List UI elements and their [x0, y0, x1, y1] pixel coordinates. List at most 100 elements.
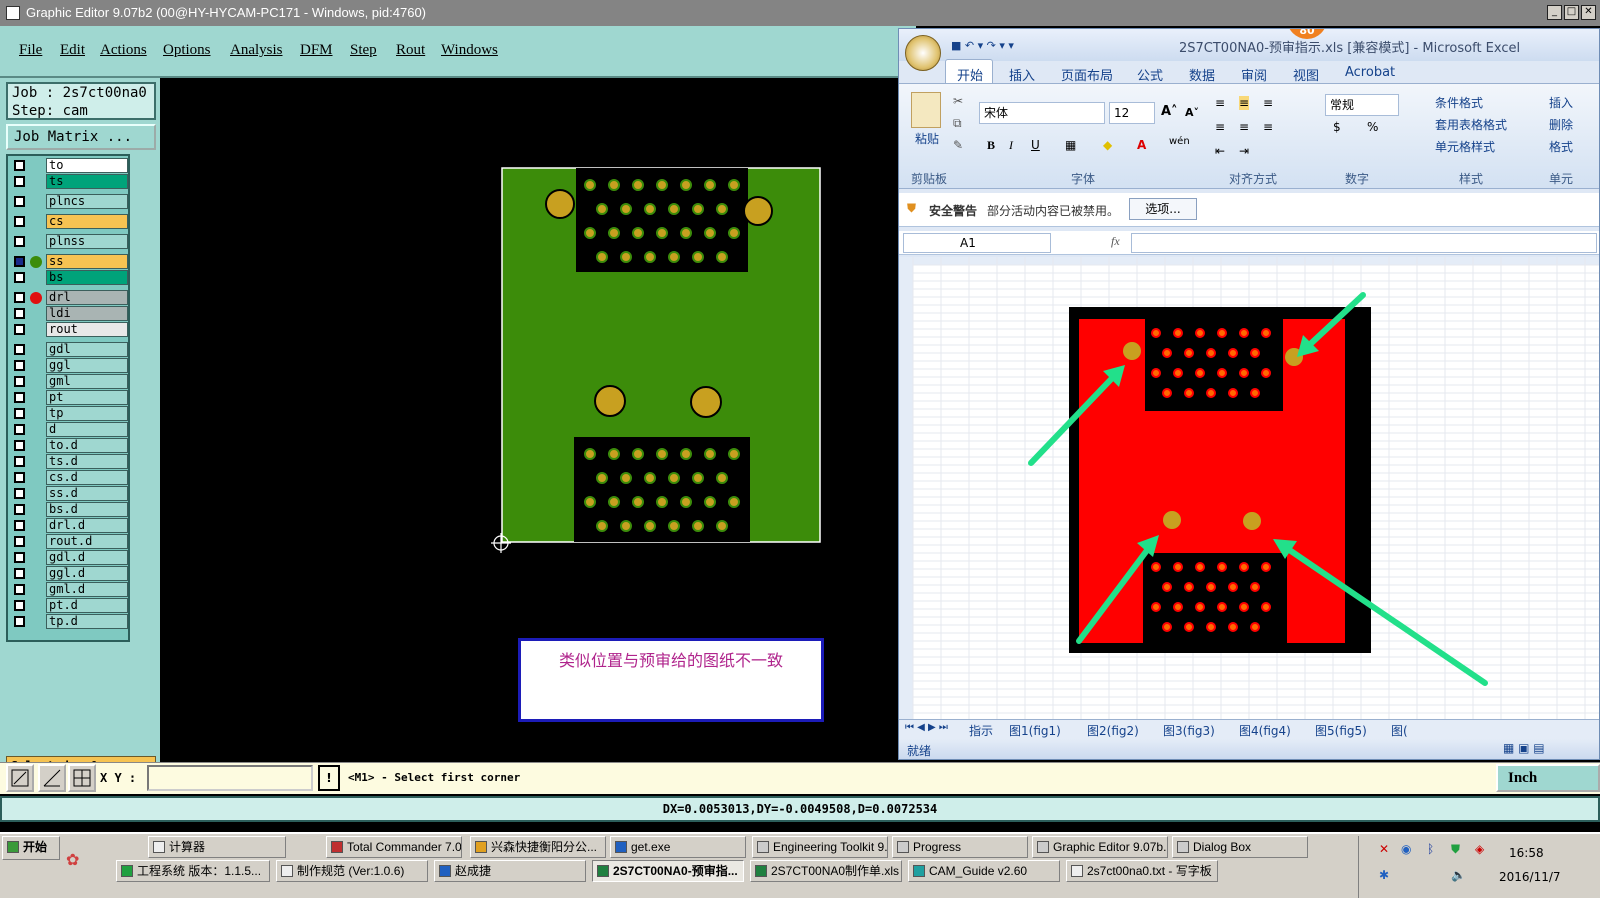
layer-row[interactable]: gml.d [10, 582, 128, 598]
layer-row[interactable]: pt.d [10, 598, 128, 614]
view-mode-icon[interactable]: ▦ ▣ ▤ [1503, 741, 1545, 755]
layer-row[interactable]: drl [10, 290, 128, 306]
measure-button[interactable] [38, 764, 66, 792]
task-total-commander[interactable]: Total Commander 7.0... [326, 836, 462, 858]
layer-checkbox[interactable] [14, 256, 25, 267]
sheet-tab[interactable]: 图5(fig5) [1315, 722, 1367, 739]
units-button[interactable]: Inch [1496, 764, 1600, 792]
layer-checkbox[interactable] [14, 324, 25, 335]
layer-checkbox[interactable] [14, 360, 25, 371]
layer-row[interactable]: to.d [10, 438, 128, 454]
layer-checkbox[interactable] [14, 160, 25, 171]
layer-checkbox[interactable] [14, 176, 25, 187]
layer-checkbox[interactable] [14, 504, 25, 515]
alert-icon[interactable]: ! [318, 765, 340, 791]
layer-checkbox[interactable] [14, 600, 25, 611]
tab-acrobat[interactable]: Acrobat [1345, 65, 1395, 80]
sheet-nav-icon[interactable]: ⏮ ◀ ▶ ⏭ [905, 722, 948, 733]
number-format-select[interactable]: 常规 [1325, 94, 1399, 116]
align-middle-icon[interactable]: ≡ [1239, 96, 1250, 110]
font-name-select[interactable]: 宋体 [979, 102, 1105, 124]
graphic-canvas[interactable]: 类似位置与预审给的图纸不一致 [160, 78, 900, 762]
layer-checkbox[interactable] [14, 272, 25, 283]
office-button[interactable] [905, 35, 941, 71]
format-painter-icon[interactable]: ✎ [953, 138, 963, 152]
border-icon[interactable]: ▦ [1065, 138, 1076, 152]
layer-checkbox[interactable] [14, 344, 25, 355]
sheet-tab[interactable]: 图2(fig2) [1087, 722, 1139, 739]
grid-button[interactable] [68, 764, 96, 792]
bluetooth-icon[interactable]: ᛒ [1427, 842, 1434, 856]
cut-icon[interactable]: ✂ [953, 94, 963, 108]
sheet-tab[interactable]: 图3(fig3) [1163, 722, 1215, 739]
layer-checkbox[interactable] [14, 456, 25, 467]
layer-checkbox[interactable] [14, 308, 25, 319]
sheet-tab[interactable]: 图1(fig1) [1009, 722, 1061, 739]
name-box[interactable]: A1 [903, 233, 1051, 253]
spreadsheet-grid[interactable] [899, 257, 1599, 719]
layer-row[interactable]: ldi [10, 306, 128, 322]
sheet-tab[interactable]: 图4(fig4) [1239, 722, 1291, 739]
menu-analysis[interactable]: Analysis [230, 42, 283, 59]
shrink-font-icon[interactable]: A˅ [1185, 106, 1199, 119]
layer-row[interactable]: ss.d [10, 486, 128, 502]
menu-file[interactable]: File [19, 42, 42, 59]
layer-row[interactable]: gml [10, 374, 128, 390]
layer-checkbox[interactable] [14, 488, 25, 499]
bold-icon[interactable]: B [987, 138, 995, 153]
task-xingsen[interactable]: 兴森快捷衡阳分公... [470, 836, 606, 858]
format-cells-button[interactable]: 格式 [1549, 138, 1573, 155]
menu-edit[interactable]: Edit [60, 42, 85, 59]
phonetic-icon[interactable]: wén [1169, 136, 1190, 147]
task-wordpad[interactable]: 2s7ct00na0.txt - 写字板 [1066, 860, 1218, 882]
indent-icon[interactable]: ⇤ [1215, 144, 1225, 158]
tab-insert[interactable]: 插入 [1009, 65, 1035, 84]
layer-row[interactable]: rout.d [10, 534, 128, 550]
font-size-select[interactable]: 12 [1109, 102, 1155, 124]
tab-data[interactable]: 数据 [1189, 65, 1215, 84]
start-button[interactable]: 开始 [2, 836, 60, 860]
layer-checkbox[interactable] [14, 236, 25, 247]
menu-options[interactable]: Options [163, 42, 211, 59]
zoom-window-button[interactable] [6, 764, 34, 792]
task-user[interactable]: 赵成捷 [434, 860, 586, 882]
task-dialog-box[interactable]: Dialog Box [1172, 836, 1308, 858]
layer-row[interactable]: bs.d [10, 502, 128, 518]
layer-checkbox[interactable] [14, 472, 25, 483]
layer-row[interactable]: ggl.d [10, 566, 128, 582]
tray-app-icon[interactable]: ◈ [1475, 842, 1484, 856]
tab-home[interactable]: 开始 [957, 65, 983, 84]
layer-checkbox[interactable] [14, 536, 25, 547]
layer-row[interactable]: plnss [10, 234, 128, 250]
task-progress[interactable]: Progress [892, 836, 1028, 858]
menu-step[interactable]: Step [350, 42, 377, 59]
layer-checkbox[interactable] [14, 392, 25, 403]
layer-checkbox[interactable] [14, 568, 25, 579]
menu-rout[interactable]: Rout [396, 42, 425, 59]
align-right-icon[interactable]: ≡ [1263, 120, 1273, 134]
layer-row[interactable]: cs [10, 214, 128, 230]
layer-checkbox[interactable] [14, 424, 25, 435]
volume-icon[interactable]: 🔈 [1451, 868, 1466, 882]
align-bottom-icon[interactable]: ≡ [1263, 96, 1273, 110]
menu-dfm[interactable]: DFM [300, 42, 333, 59]
cond-format-button[interactable]: 条件格式 [1435, 94, 1483, 111]
tray-x-icon[interactable]: ✕ [1379, 842, 1389, 856]
task-engineering-system[interactable]: 工程系统 版本：1.1.5... [116, 860, 270, 882]
job-matrix-button[interactable]: Job Matrix ... [6, 124, 156, 150]
layer-checkbox[interactable] [14, 408, 25, 419]
task-excel-review[interactable]: 2S7CT00NA0-预审指... [592, 860, 744, 882]
copy-icon[interactable]: ⧉ [953, 116, 962, 131]
table-format-button[interactable]: 套用表格格式 [1435, 116, 1507, 133]
delete-cells-button[interactable]: 删除 [1549, 116, 1573, 133]
fx-icon[interactable]: fx [1111, 234, 1120, 249]
layer-row[interactable]: tp [10, 406, 128, 422]
task-graphic-editor[interactable]: Graphic Editor 9.07b... [1032, 836, 1168, 858]
layer-row[interactable]: ss [10, 254, 128, 270]
quick-access-toolbar[interactable]: ■ ↶ ▾ ↷ ▾ ▾ [951, 39, 1014, 52]
layer-checkbox[interactable] [14, 376, 25, 387]
layer-row[interactable]: ts [10, 174, 128, 190]
layer-row[interactable]: gdl.d [10, 550, 128, 566]
italic-icon[interactable]: I [1009, 138, 1013, 153]
task-calculator[interactable]: 计算器 [148, 836, 286, 858]
